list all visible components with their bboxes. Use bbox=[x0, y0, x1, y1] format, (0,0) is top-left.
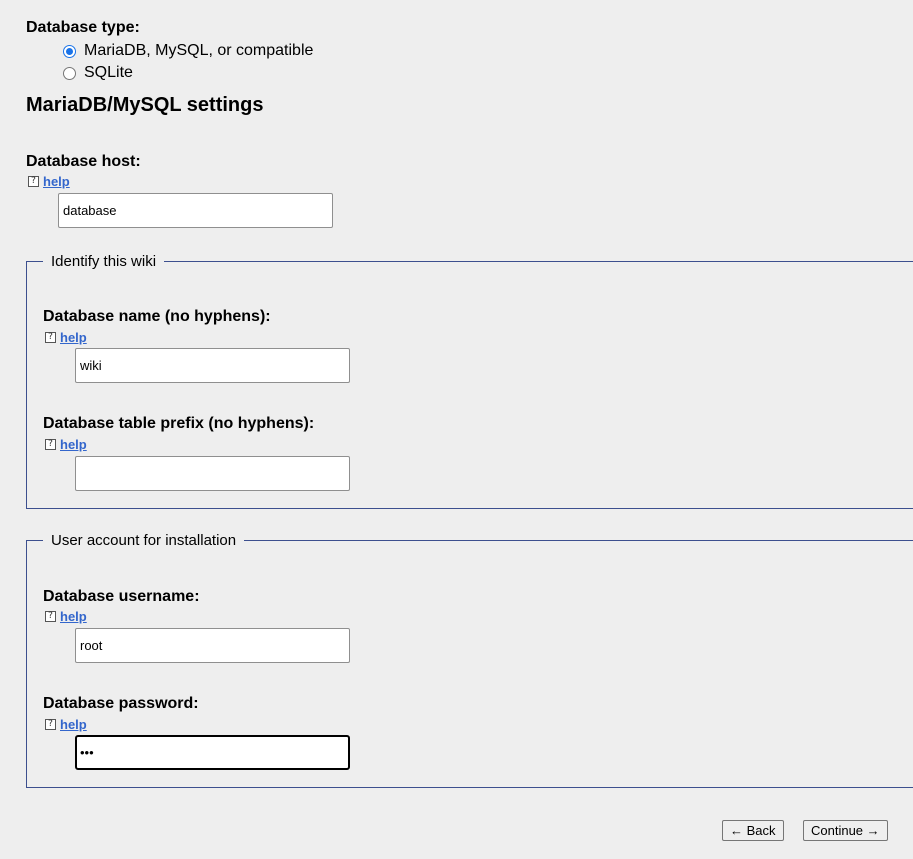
help-link-db-name[interactable]: help bbox=[60, 330, 87, 345]
radio-option-mariadb[interactable]: MariaDB, MySQL, or compatible bbox=[63, 42, 313, 60]
help-db-name[interactable]: ? help bbox=[45, 330, 87, 345]
continue-button[interactable]: Continue → bbox=[803, 820, 888, 841]
settings-section-title: MariaDB/MySQL settings bbox=[26, 94, 264, 116]
radio-button-unchecked[interactable] bbox=[63, 66, 76, 80]
help-icon: ? bbox=[45, 332, 56, 343]
table-prefix-input[interactable] bbox=[75, 456, 350, 491]
help-password[interactable]: ? help bbox=[45, 717, 87, 732]
help-icon: ? bbox=[45, 611, 56, 622]
database-name-label: Database name (no hyphens): bbox=[43, 308, 271, 325]
table-prefix-label: Database table prefix (no hyphens): bbox=[43, 415, 315, 432]
radio-label-mariadb: MariaDB, MySQL, or compatible bbox=[84, 42, 314, 59]
help-host[interactable]: ? help bbox=[28, 174, 70, 189]
help-table-prefix[interactable]: ? help bbox=[45, 437, 87, 452]
radio-label-sqlite: SQLite bbox=[84, 64, 133, 81]
user-account-legend: User account for installation bbox=[43, 532, 245, 549]
help-username[interactable]: ? help bbox=[45, 609, 87, 624]
help-link-password[interactable]: help bbox=[60, 717, 87, 732]
help-link-username[interactable]: help bbox=[60, 609, 87, 624]
database-password-label: Database password: bbox=[43, 695, 199, 712]
database-type-label: Database type: bbox=[26, 19, 140, 36]
help-icon: ? bbox=[45, 439, 56, 450]
back-button[interactable]: ← Back bbox=[722, 820, 784, 841]
radio-option-sqlite[interactable]: SQLite bbox=[63, 64, 133, 82]
help-icon: ? bbox=[28, 176, 39, 187]
identify-wiki-legend: Identify this wiki bbox=[43, 253, 165, 270]
database-host-input[interactable]: database bbox=[58, 193, 333, 228]
help-link-host[interactable]: help bbox=[43, 174, 70, 189]
database-password-input[interactable]: ••• bbox=[75, 735, 350, 770]
help-link-table-prefix[interactable]: help bbox=[60, 437, 87, 452]
help-icon: ? bbox=[45, 719, 56, 730]
database-username-input[interactable]: root bbox=[75, 628, 350, 663]
database-username-label: Database username: bbox=[43, 588, 200, 605]
database-name-input[interactable]: wiki bbox=[75, 348, 350, 383]
database-host-label: Database host: bbox=[26, 153, 141, 170]
radio-button-checked[interactable] bbox=[63, 44, 76, 58]
